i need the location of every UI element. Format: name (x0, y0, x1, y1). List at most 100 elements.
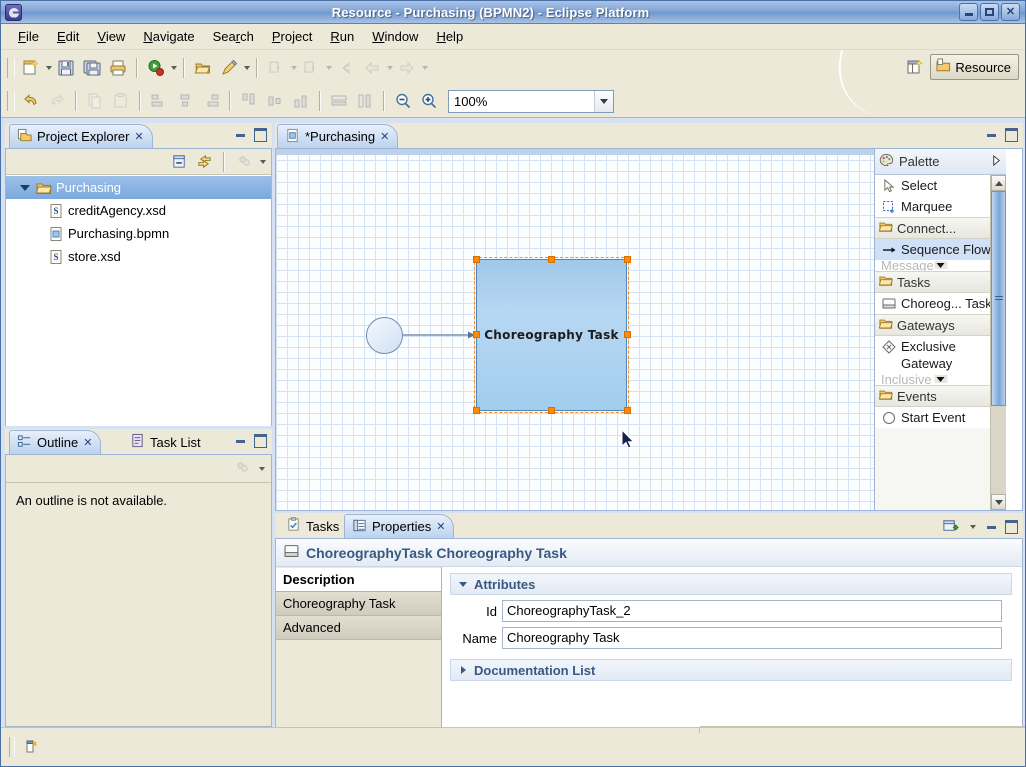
forward-icon[interactable] (395, 56, 419, 80)
tab-tasks[interactable]: Tasks (279, 514, 347, 538)
property-tab-description[interactable]: Description (276, 568, 441, 592)
open-resource-icon[interactable] (191, 56, 215, 80)
perspective-resource-button[interactable]: Resource (930, 54, 1019, 80)
zoom-out-icon[interactable] (391, 89, 415, 113)
minimize-view-icon[interactable] (233, 128, 248, 142)
resize-handle-w[interactable] (473, 331, 480, 338)
palette-item-choreography-task[interactable]: Choreog... Task (875, 293, 1006, 314)
tab-purchasing-editor[interactable]: *Purchasing ✕ (277, 124, 399, 148)
paste-icon[interactable] (109, 89, 133, 113)
quick-fix-dropdown-icon[interactable] (242, 56, 251, 80)
save-icon[interactable] (54, 56, 78, 80)
collapse-all-icon[interactable] (168, 152, 190, 172)
new-wizard-icon[interactable] (19, 56, 43, 80)
menu-item-navigate[interactable]: Navigate (134, 26, 203, 47)
view-menu-icon[interactable] (258, 150, 267, 174)
save-all-icon[interactable] (80, 56, 104, 80)
maximize-button[interactable] (980, 3, 999, 21)
tree-item-purchasing[interactable]: Purchasing (6, 176, 271, 199)
back-dropdown-icon[interactable] (385, 56, 394, 80)
tree-item-purchasing-bpmn[interactable]: Purchasing.bpmn (6, 222, 271, 245)
maximize-view-icon[interactable] (253, 434, 268, 448)
forward-dropdown-icon[interactable] (420, 56, 429, 80)
toolbar-grip[interactable] (7, 58, 15, 78)
menu-item-run[interactable]: Run (321, 26, 363, 47)
palette-item-sequence-flow[interactable]: Sequence Flow (875, 239, 1006, 260)
previous-annotation-dropdown-icon[interactable] (324, 56, 333, 80)
toolbar-grip-second-row[interactable] (7, 91, 15, 111)
palette-drawer-events[interactable]: Events « (875, 385, 1006, 407)
maximize-view-icon[interactable] (253, 128, 268, 142)
expand-arrow-icon[interactable] (18, 181, 32, 195)
menu-item-project[interactable]: Project (263, 26, 321, 47)
palette-item-start-event[interactable]: Start Event (875, 407, 1006, 428)
menu-item-window[interactable]: Window (363, 26, 427, 47)
close-icon[interactable]: ✕ (436, 521, 445, 532)
zoom-level-value[interactable]: 100% (449, 91, 594, 112)
link-with-editor-icon[interactable] (193, 152, 215, 172)
tab-outline[interactable]: Outline ✕ (9, 430, 102, 454)
scroll-track[interactable] (991, 191, 1006, 494)
match-height-icon[interactable] (327, 89, 351, 113)
minimize-button[interactable] (959, 3, 978, 21)
property-tab-advanced[interactable]: Advanced (276, 616, 441, 640)
tab-task-list[interactable]: Task List (123, 430, 209, 454)
close-icon[interactable]: ✕ (380, 131, 389, 142)
palette-pin-icon[interactable] (991, 154, 1002, 169)
close-button[interactable]: ✕ (1001, 3, 1020, 21)
close-icon[interactable]: ✕ (83, 437, 92, 448)
resize-handle-sw[interactable] (473, 407, 480, 414)
match-width-icon[interactable] (353, 89, 377, 113)
section-documentation-list[interactable]: Documentation List (450, 659, 1012, 681)
collapse-drawer-arrow-icon[interactable] (934, 375, 947, 383)
start-event-shape[interactable] (366, 317, 403, 354)
resize-handle-s[interactable] (548, 407, 555, 414)
next-annotation-icon[interactable] (264, 56, 288, 80)
section-attributes[interactable]: Attributes (450, 573, 1012, 595)
run-icon[interactable] (144, 56, 168, 80)
choreography-task-shape[interactable]: Choreography Task (476, 259, 627, 411)
outline-view-menu-icon[interactable] (257, 457, 266, 481)
zoom-level-combo[interactable]: 100% (448, 89, 614, 113)
copy-icon[interactable] (83, 89, 107, 113)
expand-arrow-icon[interactable] (458, 579, 468, 589)
menu-item-search[interactable]: Search (204, 26, 263, 47)
last-edit-location-icon[interactable] (334, 56, 358, 80)
align-left-icon[interactable] (147, 89, 171, 113)
palette-scrollbar[interactable] (990, 175, 1006, 510)
undo-icon[interactable] (19, 89, 43, 113)
minimize-properties-icon[interactable] (984, 520, 999, 534)
resize-handle-nw[interactable] (473, 256, 480, 263)
align-middle-icon[interactable] (263, 89, 287, 113)
palette-item-message-clipped[interactable]: Message (875, 260, 1006, 271)
tab-properties[interactable]: Properties ✕ (344, 514, 455, 538)
tree-item-store[interactable]: S store.xsd (6, 245, 271, 268)
menu-item-help[interactable]: Help (427, 26, 472, 47)
property-tab-choreography-task[interactable]: Choreography Task (276, 592, 441, 616)
menu-item-view[interactable]: View (88, 26, 134, 47)
quick-fix-icon[interactable] (217, 56, 241, 80)
run-dropdown-icon[interactable] (169, 56, 178, 80)
scroll-down-button[interactable] (991, 494, 1006, 510)
align-bottom-icon[interactable] (289, 89, 313, 113)
palette-item-marquee[interactable]: Marquee (875, 196, 1006, 217)
tab-project-explorer[interactable]: Project Explorer ✕ (9, 124, 153, 148)
resize-handle-e[interactable] (624, 331, 631, 338)
palette-drawer-tasks[interactable]: Tasks « (875, 271, 1006, 293)
align-top-icon[interactable] (237, 89, 261, 113)
collapse-drawer-arrow-icon[interactable] (934, 261, 947, 269)
menu-item-file[interactable]: File (9, 26, 48, 47)
zoom-in-icon[interactable] (417, 89, 441, 113)
palette-drawer-connections[interactable]: Connect... « (875, 217, 1006, 239)
new-wizard-dropdown-icon[interactable] (44, 56, 53, 80)
next-annotation-dropdown-icon[interactable] (289, 56, 298, 80)
outline-filter-icon[interactable] (234, 459, 251, 479)
resize-handle-se[interactable] (624, 407, 631, 414)
redo-icon[interactable] (45, 89, 69, 113)
resize-handle-n[interactable] (548, 256, 555, 263)
maximize-editor-icon[interactable] (1004, 128, 1019, 142)
print-icon[interactable] (106, 56, 130, 80)
resize-handle-ne[interactable] (624, 256, 631, 263)
maximize-properties-icon[interactable] (1004, 520, 1019, 534)
palette-drawer-gateways[interactable]: Gateways « (875, 314, 1006, 336)
